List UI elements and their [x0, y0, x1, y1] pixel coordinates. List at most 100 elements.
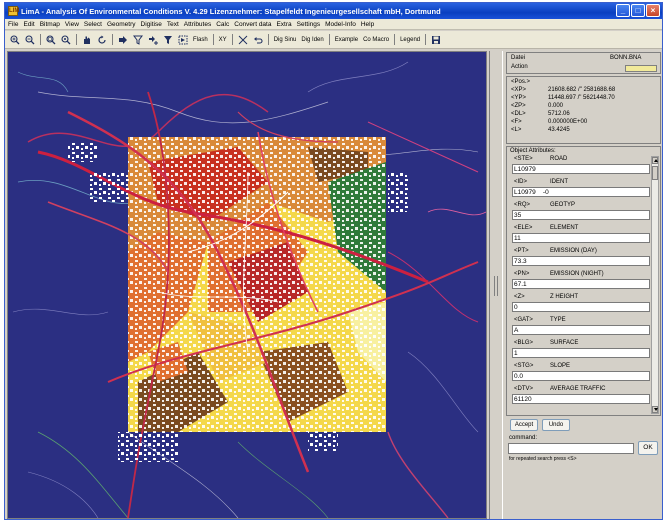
- action-label: Action: [511, 64, 528, 70]
- zoom-in-icon[interactable]: [10, 34, 20, 45]
- position-header: <Pos.>: [511, 79, 531, 85]
- attributes-scrollbar[interactable]: [651, 156, 659, 414]
- title-bar[interactable]: LIM LimA - Analysis Of Environmental Con…: [5, 3, 662, 19]
- attribute-field-type: <GAT> TYPE: [510, 317, 652, 341]
- scroll-thumb[interactable]: [652, 166, 658, 180]
- undo-button[interactable]: Undo: [542, 419, 570, 431]
- command-input[interactable]: [508, 443, 634, 454]
- geotyp-input[interactable]: [512, 210, 650, 220]
- z-height-input[interactable]: [512, 302, 650, 312]
- file-name: BONN.BNA: [610, 55, 642, 61]
- menu-select[interactable]: Select: [84, 21, 102, 28]
- noise-map[interactable]: [8, 52, 486, 518]
- menu-attributes[interactable]: Attributes: [184, 21, 211, 28]
- attribute-field-ident: <ID> IDENT: [510, 179, 652, 203]
- attribute-name: GEOTYP: [550, 202, 576, 208]
- legend-button[interactable]: Legend: [400, 37, 420, 43]
- crosshair-icon[interactable]: [238, 35, 248, 45]
- save-icon[interactable]: [431, 35, 441, 45]
- surface-input[interactable]: [512, 348, 650, 358]
- menu-view[interactable]: View: [65, 21, 79, 28]
- position-value: 21608.682 /" 2581688.68: [548, 87, 616, 93]
- maximize-button[interactable]: □: [631, 4, 645, 17]
- command-hint: for repeated search press <S>: [509, 456, 577, 462]
- attribute-name: EMISSION (DAY): [550, 248, 597, 254]
- attribute-field-average-traffic: <DTV> AVERAGE TRAFFIC: [510, 386, 652, 410]
- element-input[interactable]: [512, 233, 650, 243]
- position-key: <DL>: [511, 111, 526, 117]
- menu-help[interactable]: Help: [361, 21, 374, 28]
- minimize-button[interactable]: _: [616, 4, 630, 17]
- ok-button[interactable]: OK: [638, 441, 658, 455]
- position-value: 5712.06: [548, 111, 570, 117]
- co-macro-button[interactable]: Co Macro: [363, 37, 389, 43]
- position-row: <XP> 21608.682 /" 2581688.68: [511, 87, 661, 95]
- menu-file[interactable]: File: [8, 21, 18, 28]
- example-button[interactable]: Example: [335, 37, 358, 43]
- pan-icon[interactable]: [82, 35, 92, 45]
- type-input[interactable]: [512, 325, 650, 335]
- accept-button[interactable]: Accept: [510, 419, 538, 431]
- filter-icon[interactable]: [133, 35, 143, 45]
- slope-input[interactable]: [512, 371, 650, 381]
- map-view[interactable]: [7, 51, 487, 519]
- emission-day-input[interactable]: [512, 256, 650, 266]
- attribute-tag: <RQ>: [514, 202, 531, 208]
- action-indicator: [625, 65, 657, 72]
- attribute-name: SLOPE: [550, 363, 571, 369]
- menu-geometry[interactable]: Geometry: [107, 21, 136, 28]
- select-icon[interactable]: [118, 35, 128, 45]
- dig-iden-button[interactable]: Dig Iden: [301, 37, 323, 43]
- menu-bar: File Edit Bitmap View Select Geometry Di…: [5, 19, 662, 30]
- panel-splitter[interactable]: [489, 51, 503, 519]
- side-panel: Datei BONN.BNA Action <Pos.> <XP> 21608.6…: [505, 51, 662, 519]
- flash-button[interactable]: Flash: [193, 37, 208, 43]
- toolbar-separator: [394, 34, 396, 45]
- splitter-grip[interactable]: [494, 276, 498, 296]
- attribute-tag: <Z>: [514, 294, 525, 300]
- scroll-down-icon[interactable]: [652, 406, 658, 413]
- dig-sinu-button[interactable]: Dig Sinu: [274, 37, 297, 43]
- zoom-out-icon[interactable]: [25, 34, 35, 45]
- file-label: Datei: [511, 55, 526, 61]
- average-traffic-input[interactable]: [512, 394, 650, 404]
- position-key: <YP>: [511, 95, 527, 101]
- attribute-tag: <PT>: [514, 248, 529, 254]
- menu-edit[interactable]: Edit: [23, 21, 34, 28]
- attribute-field-slope: <STG> SLOPE: [510, 363, 652, 387]
- position-row: <ZP> 0.000: [511, 103, 661, 111]
- toolbar-separator: [212, 34, 214, 45]
- redraw-icon[interactable]: [97, 35, 107, 45]
- zoom-window-icon[interactable]: [46, 34, 56, 45]
- xy-button[interactable]: XY: [219, 37, 227, 43]
- road-input[interactable]: [512, 164, 650, 174]
- attribute-tag: <DTV>: [514, 386, 534, 392]
- zoom-extent-icon[interactable]: [61, 34, 71, 45]
- close-button[interactable]: ×: [646, 4, 660, 17]
- scroll-up-icon[interactable]: [652, 157, 658, 164]
- position-row: <L> 43.4245: [511, 127, 661, 135]
- undo-icon[interactable]: [253, 35, 263, 45]
- menu-calc[interactable]: Calc: [216, 21, 229, 28]
- attribute-field-surface: <BLG> SURFACE: [510, 340, 652, 364]
- position-key: <L>: [511, 127, 522, 133]
- app-icon[interactable]: LIM: [8, 6, 19, 16]
- command-label: command:: [509, 435, 538, 441]
- position-key: <ZP>: [511, 103, 526, 109]
- menu-settings[interactable]: Settings: [297, 21, 321, 28]
- menu-text[interactable]: Text: [167, 21, 179, 28]
- menu-bitmap[interactable]: Bitmap: [40, 21, 60, 28]
- position-row: <F> 0.000000E+00: [511, 119, 661, 127]
- select-all-icon[interactable]: [178, 35, 188, 45]
- select-area-icon[interactable]: [163, 35, 173, 45]
- toolbar-separator: [231, 34, 233, 45]
- menu-convert-data[interactable]: Convert data: [234, 21, 271, 28]
- select-plus-icon[interactable]: [148, 35, 158, 45]
- emission-night-input[interactable]: [512, 279, 650, 289]
- command-panel: command: OK for repeated search press <S…: [506, 434, 661, 464]
- menu-extra[interactable]: Extra: [276, 21, 291, 28]
- menu-digitise[interactable]: Digitise: [141, 21, 162, 28]
- menu-model-info[interactable]: Model-Info: [325, 21, 356, 28]
- ident-input[interactable]: [512, 187, 650, 197]
- attribute-name: AVERAGE TRAFFIC: [550, 386, 606, 392]
